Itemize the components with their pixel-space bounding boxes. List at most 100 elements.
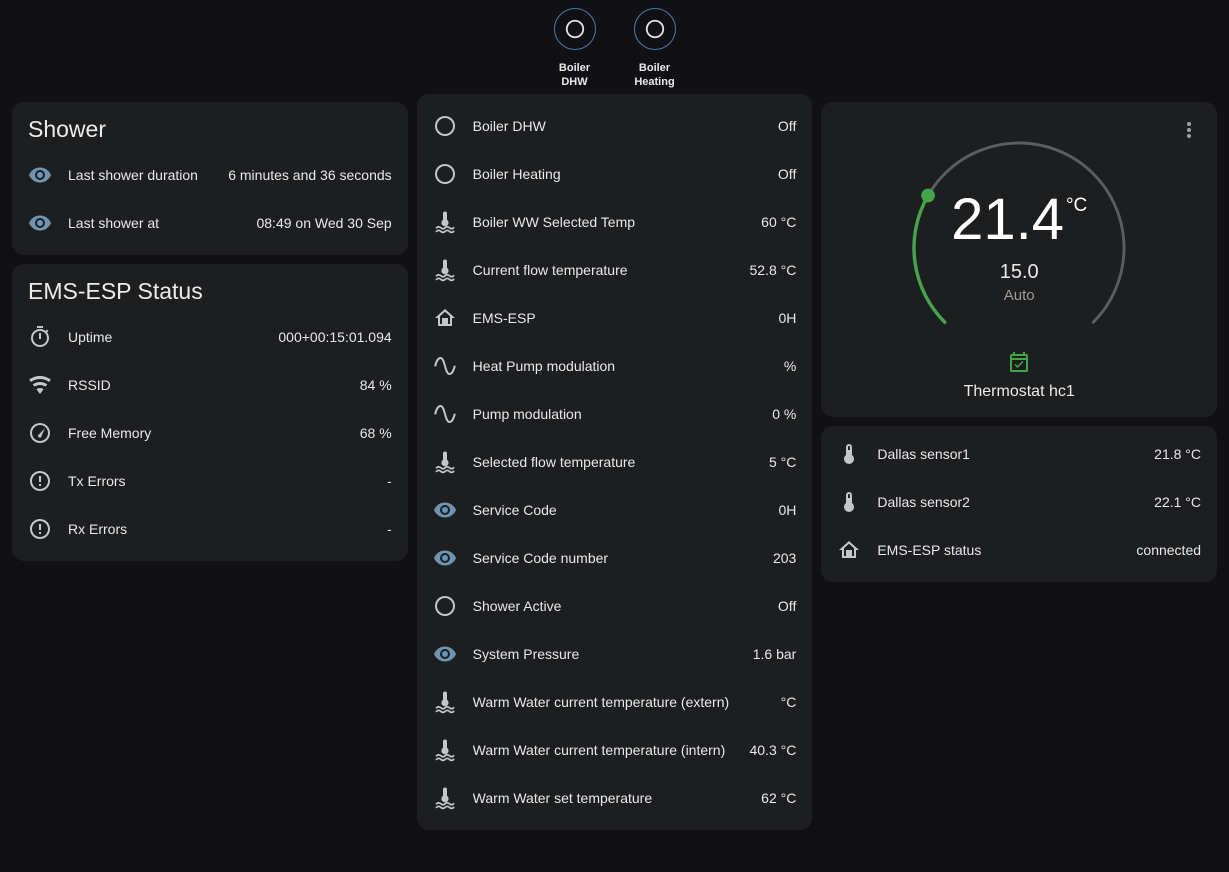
- list-item[interactable]: EMS-ESP statusconnected: [829, 526, 1209, 574]
- entity-label: Uptime: [68, 329, 270, 345]
- list-item[interactable]: Heat Pump modulation%: [425, 342, 805, 390]
- entity-value: 08:49 on Wed 30 Sep: [256, 215, 391, 231]
- list-item[interactable]: Dallas sensor222.1 °C: [829, 478, 1209, 526]
- entity-label: Current flow temperature: [473, 262, 742, 278]
- entity-label: Warm Water current temperature (extern): [473, 694, 773, 710]
- entities-card: Boiler DHWOffBoiler HeatingOffBoiler WW …: [417, 94, 813, 830]
- entity-value: 68 %: [360, 425, 392, 441]
- list-item[interactable]: Selected flow temperature5 °C: [425, 438, 805, 486]
- list-item[interactable]: Tx Errors-: [20, 457, 400, 505]
- water-thermometer-icon: [433, 258, 457, 282]
- entity-value: 0H: [778, 310, 796, 326]
- temperature-unit: °C: [1066, 196, 1087, 215]
- entity-label: Service Code: [473, 502, 771, 518]
- badge-boiler-heating[interactable]: Boiler Heating: [623, 8, 687, 90]
- middle-column: Boiler DHWOffBoiler HeatingOffBoiler WW …: [417, 94, 813, 830]
- current-temperature-value: 21.4: [951, 191, 1064, 249]
- card-title: EMS-ESP Status: [12, 264, 408, 309]
- entity-label: Boiler DHW: [473, 118, 770, 134]
- eye-icon: [28, 163, 52, 187]
- sine-wave-icon: [433, 402, 457, 426]
- badge-circle: [634, 8, 676, 50]
- eye-icon: [433, 642, 457, 666]
- thermometer-icon: [837, 442, 861, 466]
- entity-value: 40.3 °C: [749, 742, 796, 758]
- entity-value: 000+00:15:01.094: [278, 329, 391, 345]
- badge-label-line: Boiler: [639, 62, 670, 74]
- thermometer-icon: [837, 490, 861, 514]
- entity-value: %: [784, 358, 796, 374]
- water-thermometer-icon: [433, 450, 457, 474]
- list-item[interactable]: Free Memory 68 %: [20, 409, 400, 457]
- hvac-mode: Auto: [1004, 287, 1035, 304]
- badges-bar: Boiler DHW Boiler Heating: [0, 0, 1229, 90]
- thermostat-card: 21.4 °C 15.0 Auto Thermostat hc1: [821, 102, 1217, 417]
- entity-label: Dallas sensor1: [877, 446, 1146, 462]
- shower-card: Shower Last shower duration 6 minutes and…: [12, 102, 408, 255]
- list-item[interactable]: Current flow temperature 52.8 °C: [425, 246, 805, 294]
- circle-outline-icon: [644, 18, 666, 40]
- list-item[interactable]: Service Code0H: [425, 486, 805, 534]
- water-thermometer-icon: [433, 738, 457, 762]
- water-thermometer-icon: [433, 210, 457, 234]
- entity-label: EMS-ESP: [473, 310, 771, 326]
- eye-icon: [433, 498, 457, 522]
- list-item[interactable]: Dallas sensor1 21.8 °C: [829, 430, 1209, 478]
- entity-label: Boiler WW Selected Temp: [473, 214, 754, 230]
- list-item[interactable]: Shower ActiveOff: [425, 582, 805, 630]
- list-item[interactable]: Boiler WW Selected Temp60 °C: [425, 198, 805, 246]
- list-item[interactable]: Pump modulation 0 %: [425, 390, 805, 438]
- entity-value: 52.8 °C: [749, 262, 796, 278]
- badge-label: Boiler Heating: [634, 61, 674, 90]
- entity-label: Heat Pump modulation: [473, 358, 776, 374]
- list-item[interactable]: Boiler HeatingOff: [425, 150, 805, 198]
- home-icon: [433, 306, 457, 330]
- entity-value: 21.8 °C: [1154, 446, 1201, 462]
- badge-label-line: DHW: [561, 76, 587, 88]
- alert-circle-icon: [28, 469, 52, 493]
- entity-value: 0 %: [772, 406, 796, 422]
- list-item[interactable]: Warm Water current temperature (intern)4…: [425, 726, 805, 774]
- list-item[interactable]: RSSID84 %: [20, 361, 400, 409]
- eye-icon: [28, 211, 52, 235]
- list-item[interactable]: Uptime 000+00:15:01.094: [20, 313, 400, 361]
- entity-rows: Boiler DHWOffBoiler HeatingOffBoiler WW …: [417, 94, 813, 830]
- entity-label: RSSID: [68, 377, 352, 393]
- entity-value: 6 minutes and 36 seconds: [228, 167, 391, 183]
- badge-boiler-dhw[interactable]: Boiler DHW: [543, 8, 607, 90]
- thermostat-dial[interactable]: 21.4 °C 15.0 Auto: [893, 122, 1145, 374]
- entity-value: Off: [778, 118, 796, 134]
- entity-label: Last shower at: [68, 215, 248, 231]
- entity-label: Warm Water set temperature: [473, 790, 754, 806]
- card-title: Shower: [12, 102, 408, 147]
- entity-value: °C: [781, 694, 797, 710]
- target-setpoint: 15.0: [1000, 261, 1039, 284]
- entity-label: Last shower duration: [68, 167, 220, 183]
- entity-label: Selected flow temperature: [473, 454, 761, 470]
- entity-label: Pump modulation: [473, 406, 765, 422]
- list-item[interactable]: Warm Water set temperature62 °C: [425, 774, 805, 822]
- list-item[interactable]: Service Code number203: [425, 534, 805, 582]
- entity-label: EMS-ESP status: [877, 542, 1128, 558]
- eye-icon: [433, 546, 457, 570]
- more-menu-button[interactable]: [1171, 112, 1207, 148]
- badge-label-line: Heating: [634, 76, 674, 88]
- circle-outline-icon: [564, 18, 586, 40]
- water-thermometer-icon: [433, 690, 457, 714]
- right-column: 21.4 °C 15.0 Auto Thermostat hc1 Dallas …: [821, 94, 1217, 582]
- entity-value: -: [387, 521, 392, 537]
- sine-wave-icon: [433, 354, 457, 378]
- entity-value: 22.1 °C: [1154, 494, 1201, 510]
- list-item[interactable]: Last shower duration 6 minutes and 36 sec…: [20, 151, 400, 199]
- list-item[interactable]: Last shower at 08:49 on Wed 30 Sep: [20, 199, 400, 247]
- entity-label: Rx Errors: [68, 521, 379, 537]
- list-item[interactable]: Rx Errors-: [20, 505, 400, 553]
- list-item[interactable]: Warm Water current temperature (extern) °…: [425, 678, 805, 726]
- list-item[interactable]: Boiler DHW Off: [425, 102, 805, 150]
- list-item[interactable]: EMS-ESP 0H: [425, 294, 805, 342]
- badge-label-line: Boiler: [559, 62, 590, 74]
- sensors-card: Dallas sensor1 21.8 °C Dallas sensor222.1 …: [821, 426, 1217, 582]
- gauge-icon: [28, 421, 52, 445]
- list-item[interactable]: System Pressure1.6 bar: [425, 630, 805, 678]
- entity-label: Free Memory: [68, 425, 352, 441]
